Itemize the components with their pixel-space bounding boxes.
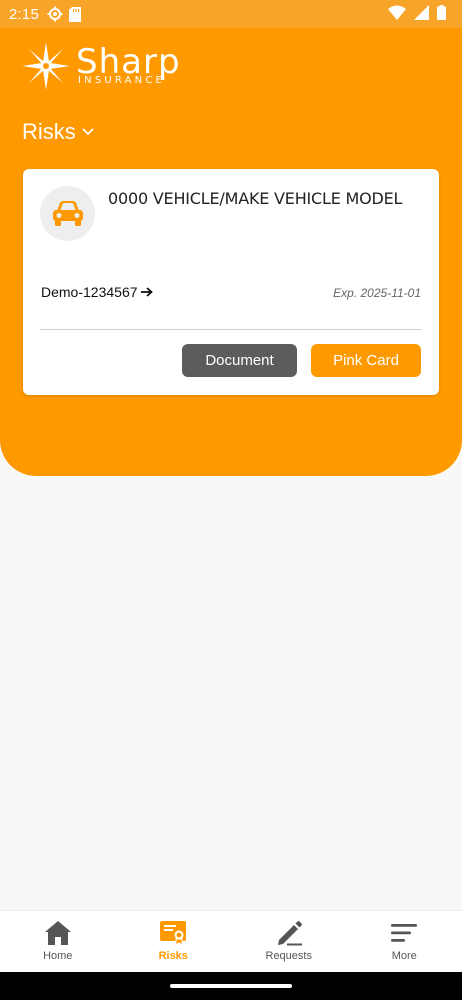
- vehicle-avatar: [40, 186, 95, 241]
- chevron-down-icon: [82, 128, 94, 136]
- nav-more[interactable]: More: [347, 911, 462, 973]
- battery-icon: [437, 5, 446, 20]
- risk-card: 0000 VEHICLE/MAKE VEHICLE MODEL Demo-123…: [23, 169, 439, 395]
- nav-risks[interactable]: Risks: [116, 911, 232, 973]
- document-button[interactable]: Document: [182, 344, 297, 377]
- pink-card-button[interactable]: Pink Card: [311, 344, 421, 377]
- sd-card-icon: [69, 6, 81, 22]
- policy-number: Demo-1234567: [41, 284, 138, 300]
- status-time: 2:15: [9, 5, 39, 23]
- vehicle-title: 0000 VEHICLE/MAKE VEHICLE MODEL: [108, 189, 403, 208]
- nav-requests-label: Requests: [265, 950, 312, 962]
- bottom-navigation: Home Risks Requests More: [0, 910, 462, 973]
- signal-icon: [414, 5, 429, 20]
- menu-icon: [391, 924, 418, 942]
- nav-home-label: Home: [43, 950, 73, 962]
- expiry-date: Exp. 2025-11-01: [333, 286, 421, 300]
- home-icon: [44, 921, 71, 945]
- arrow-right-icon: [140, 287, 153, 297]
- section-title: Risks: [22, 119, 76, 144]
- card-divider: [40, 329, 422, 330]
- car-icon: [52, 200, 83, 226]
- nav-more-label: More: [391, 950, 417, 962]
- star-logo-icon: [22, 42, 70, 90]
- nav-requests[interactable]: Requests: [231, 911, 347, 973]
- policy-number-link[interactable]: Demo-1234567: [41, 284, 153, 300]
- logo-subtitle: INSURANCE: [78, 75, 166, 86]
- risks-dropdown[interactable]: Risks: [22, 119, 94, 145]
- settings-icon: [47, 6, 63, 22]
- system-gesture-bar: [0, 972, 462, 1000]
- certificate-icon: [160, 921, 187, 946]
- wifi-icon: [388, 5, 406, 20]
- nav-risks-label: Risks: [158, 950, 188, 962]
- nav-home[interactable]: Home: [0, 911, 116, 973]
- pencil-icon: [277, 921, 302, 946]
- home-gesture-handle[interactable]: [170, 984, 292, 988]
- sharp-insurance-logo: Sharp INSURANCE: [22, 42, 206, 90]
- status-bar: 2:15: [0, 0, 462, 28]
